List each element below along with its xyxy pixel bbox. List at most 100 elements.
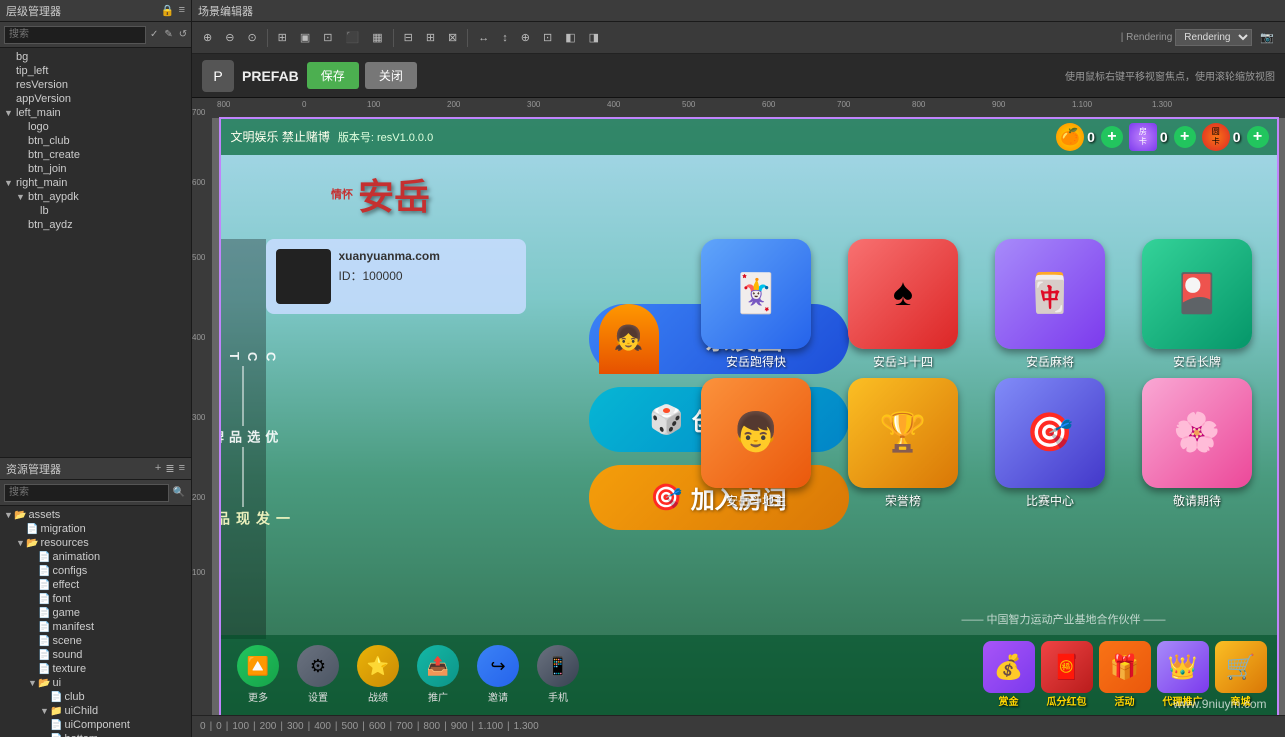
layer-tree-item[interactable]: lb xyxy=(0,204,191,218)
resource-menu-icon[interactable]: ≡ xyxy=(179,462,185,475)
bottom-btn[interactable]: ⚙ 设置 xyxy=(291,645,346,704)
align-btn-5[interactable]: ▦ xyxy=(367,28,387,47)
align-btn-1[interactable]: ⊞ xyxy=(273,28,292,47)
game-item-name: 荣誉榜 xyxy=(885,492,921,509)
game-grid-item[interactable]: 🏆 荣誉榜 xyxy=(834,378,973,509)
panel-menu-icon[interactable]: ≡ xyxy=(179,4,185,17)
card-plus-btn[interactable]: + xyxy=(1247,126,1269,148)
search-confirm-icon[interactable]: ✓ xyxy=(148,28,160,41)
bottom-status-bar: 0 | 0 | 100 | 200 | 300 | 400 | 500 | 60… xyxy=(192,715,1285,737)
layer-tree-item[interactable]: ▼btn_aypdk xyxy=(0,190,191,204)
resource-tree-item[interactable]: 📄uiComponent xyxy=(0,718,191,732)
game-item-icon: 🀄 xyxy=(995,239,1105,349)
distribute-btn-3[interactable]: ⊠ xyxy=(443,28,462,47)
align-btn-4[interactable]: ⬛ xyxy=(341,28,365,47)
zoom-reset-btn[interactable]: ⊙ xyxy=(242,28,261,47)
resource-tree-item[interactable]: 📄sound xyxy=(0,648,191,662)
game-grid-item[interactable]: 🃏 安岳跑得快 xyxy=(687,239,826,370)
align-btn-3[interactable]: ⊡ xyxy=(318,28,337,47)
res-item-label: resources xyxy=(40,537,88,549)
zoom-in-btn[interactable]: ⊕ xyxy=(198,28,217,47)
layer-tree-item[interactable]: tip_left xyxy=(0,64,191,78)
resource-tree-item[interactable]: 📄manifest xyxy=(0,620,191,634)
layer-tree-item[interactable]: btn_join xyxy=(0,162,191,176)
resource-tree-item[interactable]: ▼📂resources xyxy=(0,536,191,550)
layer-tree-item[interactable]: appVersion xyxy=(0,92,191,106)
diamond-plus-btn[interactable]: + xyxy=(1174,126,1196,148)
watermark: www.9niuym.com xyxy=(1173,697,1266,711)
folder-icon: 📄 xyxy=(50,734,62,737)
layer-tree-item[interactable]: resVersion xyxy=(0,78,191,92)
side-decoration: CCTV 优选品牌 一发现品牌 xyxy=(221,239,266,639)
view-btn-2[interactable]: ↕ xyxy=(497,29,513,47)
distribute-btn-2[interactable]: ⊞ xyxy=(421,28,440,47)
bottom-btn[interactable]: 🔼 更多 xyxy=(231,645,286,704)
distribute-btn-1[interactable]: ⊟ xyxy=(399,28,418,47)
reward-btn[interactable]: 🎁 活动 xyxy=(1099,641,1151,708)
resource-sort-icon[interactable]: ≣ xyxy=(165,462,174,475)
bottom-btn[interactable]: ⭐ 战绩 xyxy=(351,645,406,704)
layer-tree-item[interactable]: btn_aydz xyxy=(0,218,191,232)
tree-item-label: btn_join xyxy=(28,163,67,175)
resource-search-icon[interactable]: 🔍 xyxy=(171,486,187,499)
x-coord-900: 900 xyxy=(992,100,1005,109)
panel-lock-icon[interactable]: 🔒 xyxy=(161,4,175,17)
prefab-title: PREFAB xyxy=(242,68,299,84)
resource-tree-item[interactable]: ▼📂assets xyxy=(0,508,191,522)
close-button[interactable]: 关闭 xyxy=(365,62,417,89)
resource-tree-item[interactable]: ▼📁uiChild xyxy=(0,704,191,718)
zoom-out-btn[interactable]: ⊖ xyxy=(220,28,239,47)
resource-tree-item[interactable]: 📄game xyxy=(0,606,191,620)
layer-search-input[interactable] xyxy=(4,26,146,44)
status-sep10: | xyxy=(444,721,447,732)
reward-btn[interactable]: 🧧 瓜分红包 xyxy=(1041,641,1093,708)
game-grid-item[interactable]: 🌸 敬请期待 xyxy=(1128,378,1267,509)
view-btn-5[interactable]: ◧ xyxy=(560,28,580,47)
resource-tree-item[interactable]: ▼📂ui xyxy=(0,676,191,690)
x-coord-300: 300 xyxy=(527,100,540,109)
game-grid-item[interactable]: ♠ 安岳斗十四 xyxy=(834,239,973,370)
rendering-select[interactable]: Rendering xyxy=(1175,29,1252,46)
search-edit-icon[interactable]: ✎ xyxy=(162,28,174,41)
resource-tree-item[interactable]: 📄club xyxy=(0,690,191,704)
resource-tree-item[interactable]: 📄scene xyxy=(0,634,191,648)
view-btn-3[interactable]: ⊕ xyxy=(516,28,535,47)
reward-btn[interactable]: 💰 赏金 xyxy=(983,641,1035,708)
version-text: 版本号: resV1.0.0.0 xyxy=(338,129,433,145)
resource-tree-item[interactable]: 📄font xyxy=(0,592,191,606)
layer-tree-item[interactable]: btn_create xyxy=(0,148,191,162)
resource-tree-item[interactable]: 📄bottom xyxy=(0,732,191,737)
view-btn-4[interactable]: ⊡ xyxy=(538,28,557,47)
resource-tree-item[interactable]: 📄animation xyxy=(0,550,191,564)
view-btn-6[interactable]: ◨ xyxy=(584,28,604,47)
canvas-area[interactable]: 700 600 500 400 300 200 100 800 0 100 20… xyxy=(192,98,1285,715)
view-btn-1[interactable]: ↔ xyxy=(473,29,494,47)
search-refresh-icon[interactable]: ↺ xyxy=(177,28,189,41)
resource-tree-item[interactable]: 📄texture xyxy=(0,662,191,676)
resource-tree-item[interactable]: 📄migration xyxy=(0,522,191,536)
layer-tree-item[interactable]: ▼right_main xyxy=(0,176,191,190)
resource-tree-item[interactable]: 📄configs xyxy=(0,564,191,578)
camera-btn[interactable]: 📷 xyxy=(1255,28,1279,47)
bottom-btn[interactable]: 📤 推广 xyxy=(411,645,466,704)
bottom-btn[interactable]: ↪ 邀请 xyxy=(471,645,526,704)
layer-tree-item[interactable]: ▼left_main xyxy=(0,106,191,120)
bottom-btn[interactable]: 📱 手机 xyxy=(531,645,586,704)
game-item-icon: 🎴 xyxy=(1142,239,1252,349)
game-grid-item[interactable]: 🎯 比赛中心 xyxy=(981,378,1120,509)
align-btn-2[interactable]: ▣ xyxy=(295,28,315,47)
game-grid-item[interactable]: 🎴 安岳长牌 xyxy=(1128,239,1267,370)
resource-search-input[interactable] xyxy=(4,484,169,502)
layer-tree-item[interactable]: btn_club xyxy=(0,134,191,148)
game-grid-item[interactable]: 🀄 安岳麻将 xyxy=(981,239,1120,370)
y-coord-500: 500 xyxy=(192,253,205,262)
gold-plus-btn[interactable]: + xyxy=(1101,126,1123,148)
resource-add-icon[interactable]: + xyxy=(155,462,161,475)
layer-tree-item[interactable]: bg xyxy=(0,50,191,64)
prefab-bar: P PREFAB 保存 关闭 使用鼠标右键平移视窗焦点，使用滚轮缩放视图 xyxy=(192,54,1285,98)
tree-item-label: resVersion xyxy=(16,79,68,91)
layer-tree-item[interactable]: logo xyxy=(0,120,191,134)
game-grid-item[interactable]: 👦 安岳斗地主 xyxy=(687,378,826,509)
resource-tree-item[interactable]: 📄effect xyxy=(0,578,191,592)
save-button[interactable]: 保存 xyxy=(307,62,359,89)
